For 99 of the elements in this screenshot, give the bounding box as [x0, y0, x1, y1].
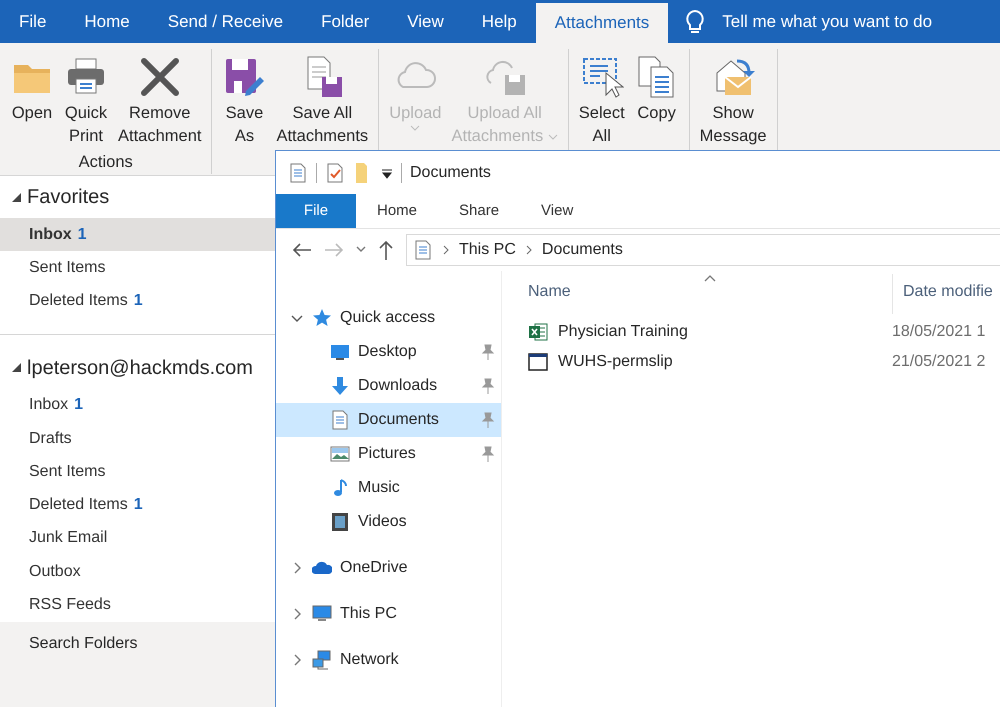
document-icon — [413, 240, 433, 260]
down-arrow-icon — [330, 376, 350, 396]
ribbon-tab[interactable]: View — [520, 194, 594, 228]
ribbon-tab[interactable]: File — [0, 0, 66, 43]
ribbon-tab[interactable]: Share — [438, 194, 520, 228]
pin-icon — [481, 378, 495, 394]
unread-count: 1 — [134, 495, 143, 516]
spreadsheet-icon — [528, 322, 550, 342]
window-title: Documents — [410, 162, 491, 182]
file-name[interactable]: Physician Training — [558, 320, 892, 344]
address-bar[interactable]: This PC Documents — [406, 234, 1000, 266]
pin-icon — [481, 446, 495, 462]
computer-icon — [312, 604, 332, 624]
ribbon-button[interactable]: Copy — [630, 53, 683, 127]
folder-item[interactable]: Junk Email — [0, 522, 275, 556]
folder-item[interactable]: Deleted Items 1 — [0, 284, 275, 318]
file-date: 18/05/2021 1 — [892, 322, 986, 342]
breadcrumb-item[interactable]: Documents — [542, 238, 623, 262]
checkmark-document-icon — [325, 162, 345, 182]
ribbon-button[interactable]: Select All — [574, 53, 629, 150]
back-arrow-icon — [292, 242, 312, 258]
window-icon — [528, 352, 550, 372]
folder-item[interactable]: Outbox — [0, 555, 275, 588]
ribbon-tab[interactable]: View — [388, 0, 463, 43]
nav-item[interactable]: Pictures — [276, 437, 501, 471]
nav-label: Music — [358, 478, 401, 498]
chevron-right-icon — [443, 245, 449, 255]
nav-label: Desktop — [358, 342, 418, 362]
folder-item[interactable]: Inbox 1 — [0, 218, 275, 252]
group-label: Actions — [78, 152, 133, 173]
lightbulb-icon — [684, 8, 706, 34]
nav-label: Downloads — [358, 376, 438, 396]
nav-item[interactable]: This PC — [276, 597, 501, 631]
folder-item[interactable]: Search Folders — [29, 634, 138, 652]
nav-item[interactable]: OneDrive — [276, 551, 501, 585]
folder-item[interactable]: Sent Items — [0, 455, 275, 489]
nav-label: Documents — [358, 410, 440, 430]
section-title[interactable]: lpeterson@hackmds.com — [27, 352, 253, 383]
picture-icon — [330, 444, 350, 464]
nav-item[interactable]: Desktop — [276, 335, 501, 369]
network-icon — [312, 650, 332, 670]
folder-name: Deleted Items — [29, 495, 128, 516]
nav-label: Videos — [358, 512, 408, 532]
folder-item[interactable]: RSS Feeds — [0, 588, 275, 622]
nav-label: OneDrive — [340, 558, 409, 578]
ribbon-tab[interactable]: Home — [65, 0, 149, 43]
unread-count: 1 — [78, 224, 87, 245]
nav-label: Quick access — [340, 308, 436, 328]
nav-label: This PC — [340, 604, 398, 624]
monitor-icon — [330, 342, 350, 362]
ribbon-tab[interactable]: Home — [356, 194, 438, 228]
film-icon — [330, 512, 350, 532]
nav-item[interactable]: Music — [276, 471, 501, 505]
nav-label: Pictures — [358, 444, 417, 464]
folder-name: Inbox — [29, 395, 68, 416]
section-title[interactable]: Favorites — [27, 182, 110, 212]
dropdown-arrow-icon — [381, 166, 393, 178]
breadcrumb-item[interactable]: This PC — [459, 238, 516, 262]
folder-item[interactable]: Inbox 1 — [0, 388, 275, 422]
chevron-right-icon — [526, 245, 532, 255]
nav-label: Network — [340, 650, 400, 670]
nav-item[interactable]: Downloads — [276, 369, 501, 403]
pin-icon — [481, 344, 495, 360]
ribbon-button[interactable]: Save As — [218, 53, 270, 150]
nav-item[interactable]: Videos — [276, 505, 501, 539]
nav-item[interactable]: Quick access — [276, 301, 501, 335]
document-icon — [330, 410, 350, 430]
folder-item[interactable]: Sent Items — [0, 251, 275, 285]
folder-item[interactable]: Drafts — [0, 422, 275, 456]
chevron-down-icon — [356, 246, 366, 254]
ribbon-button[interactable]: Remove Attachment — [114, 53, 206, 150]
ribbon-tab[interactable]: Send / Receive — [148, 0, 302, 43]
ribbon-tab[interactable]: Help — [462, 0, 536, 43]
forward-arrow-icon — [324, 242, 344, 258]
ribbon-tab[interactable]: File — [276, 194, 356, 228]
star-icon — [312, 308, 332, 328]
nav-item[interactable]: Network — [276, 643, 501, 677]
nav-item[interactable]: Documents — [276, 403, 501, 437]
folder-name: Inbox — [29, 224, 72, 245]
folder-name: Deleted Items — [29, 291, 128, 312]
up-arrow-icon — [378, 240, 394, 260]
document-icon — [288, 162, 308, 182]
folder-item[interactable]: Deleted Items 1 — [0, 488, 275, 522]
ribbon-tab[interactable]: Attachments — [536, 3, 668, 43]
ribbon-button[interactable]: Save All Attachments — [272, 53, 372, 150]
ribbon-button[interactable]: Show Message — [696, 53, 771, 150]
caret-icon — [548, 134, 558, 140]
column-header[interactable]: Date modifie — [892, 274, 993, 314]
file-name[interactable]: WUHS-permslip — [558, 350, 892, 374]
ribbon-button[interactable]: Quick Print — [60, 53, 112, 150]
unread-count: 1 — [74, 395, 84, 416]
file-date: 21/05/2021 2 — [892, 352, 986, 372]
caret-icon — [410, 125, 420, 131]
column-header[interactable]: Name — [528, 274, 892, 314]
unread-count: 1 — [134, 291, 143, 312]
pin-icon — [481, 412, 495, 428]
tell-me-search[interactable]: Tell me what you want to do — [722, 8, 932, 34]
ribbon-tab[interactable]: Folder — [302, 0, 388, 43]
ribbon-button[interactable]: Open — [6, 53, 58, 127]
